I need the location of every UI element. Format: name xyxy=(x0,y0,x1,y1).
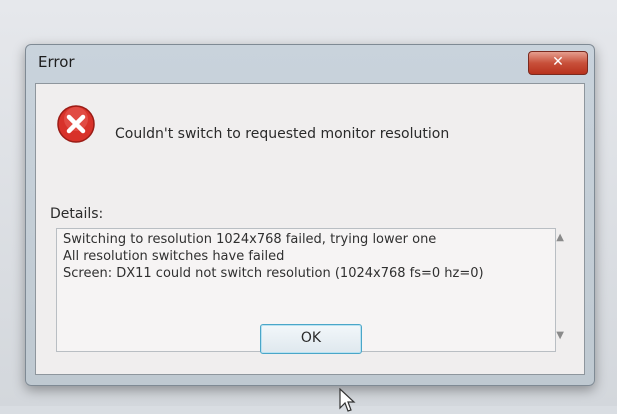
ok-button[interactable]: OK xyxy=(260,324,362,354)
window-title: Error xyxy=(38,53,75,71)
details-label: Details: xyxy=(50,206,104,222)
scroll-down-arrow-icon[interactable]: ▼ xyxy=(556,330,564,341)
error-dialog-window: Error ✕ Couldn't switch to requested mon… xyxy=(25,44,595,412)
close-button[interactable]: ✕ xyxy=(528,51,588,75)
error-message: Couldn't switch to requested monitor res… xyxy=(115,126,450,142)
scroll-up-arrow-icon[interactable]: ▲ xyxy=(556,232,564,243)
mouse-cursor-icon xyxy=(339,388,356,412)
desktop-background: Error ✕ Couldn't switch to requested mon… xyxy=(0,0,617,412)
error-x-icon xyxy=(57,105,95,143)
dialog-client-area: Couldn't switch to requested monitor res… xyxy=(35,83,585,412)
title-bar[interactable]: Error ✕ xyxy=(26,45,594,83)
